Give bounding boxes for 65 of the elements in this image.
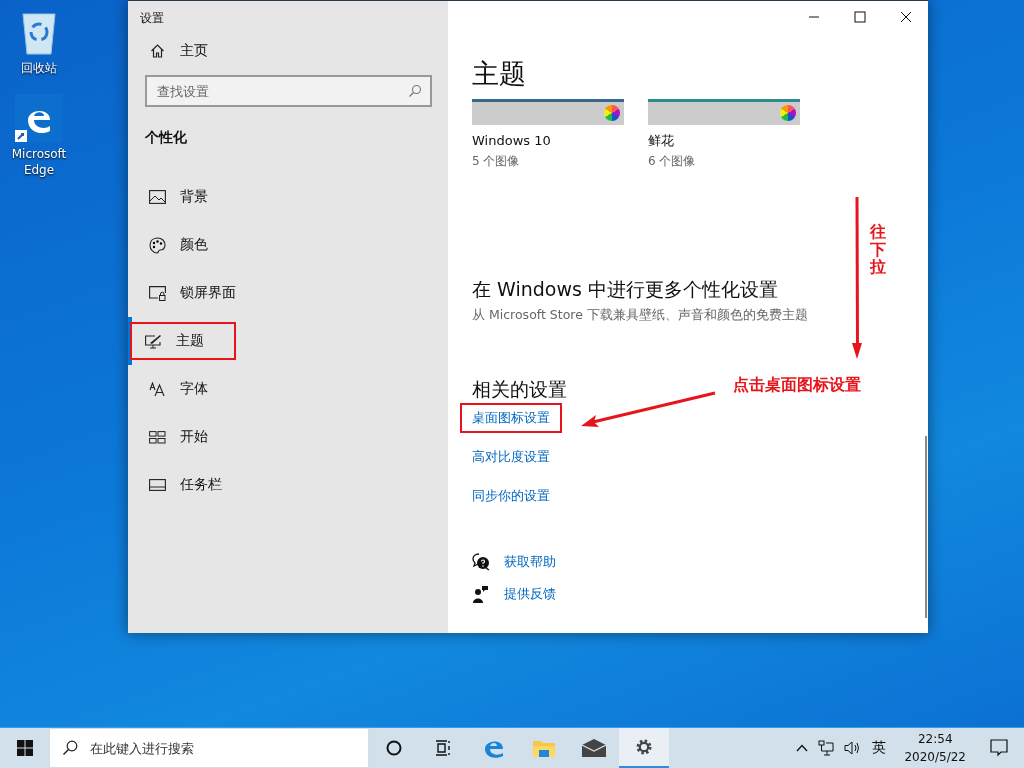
settings-link[interactable]: 高对比度设置 — [472, 448, 550, 466]
circle-icon — [386, 740, 402, 756]
sidebar-item[interactable]: 字体 — [128, 365, 438, 413]
color-wheel-icon — [604, 105, 620, 121]
window-title: 设置 — [140, 10, 165, 27]
theme-name: 鲜花 — [648, 132, 675, 150]
theme-thumbnail[interactable] — [648, 99, 800, 125]
theme-thumbnail[interactable] — [472, 99, 624, 125]
desktop-icon-label: 回收站 — [20, 60, 58, 76]
search-icon — [62, 740, 78, 756]
picture-icon — [149, 190, 166, 204]
home-nav-item[interactable]: 主页 — [128, 27, 438, 75]
search-icon — [408, 84, 422, 98]
help-link[interactable]: 获取帮助 — [504, 553, 556, 571]
font-icon — [149, 381, 166, 397]
feedback-person-icon — [472, 585, 490, 603]
annotation-text: 往下拉 — [870, 223, 886, 276]
sidebar-item[interactable]: 颜色 — [128, 221, 438, 269]
sidebar-item[interactable]: 背景 — [128, 173, 438, 221]
sidebar-item[interactable]: 任务栏 — [128, 461, 438, 509]
start-tiles-icon — [149, 430, 166, 444]
search-field[interactable]: 查找设置 — [145, 75, 432, 107]
description-text: 从 Microsoft Store 下载兼具壁纸、声音和颜色的免费主题 — [472, 307, 809, 324]
color-wheel-icon — [780, 105, 796, 121]
sidebar-item[interactable]: 主题 — [128, 317, 438, 365]
taskbar-icon — [149, 479, 166, 491]
edge-icon[interactable] — [15, 94, 63, 142]
image-count: 6 个图像 — [648, 153, 697, 169]
chevron-up-icon[interactable] — [796, 744, 809, 752]
desktop-icon-label: Microsoft Edge — [10, 146, 68, 178]
notification-icon[interactable] — [990, 739, 1008, 757]
taskbar-search-field[interactable]: 在此键入进行搜索 — [49, 728, 369, 768]
home-icon — [149, 43, 166, 59]
section-heading: 个性化 — [145, 129, 188, 147]
clock[interactable]: 22:54 2020/5/22 — [904, 730, 966, 766]
brush-monitor-icon — [145, 333, 162, 349]
task-view-icon — [435, 740, 453, 756]
input-method-indicator[interactable]: 英 — [872, 739, 887, 757]
windows-start-icon[interactable] — [17, 740, 33, 756]
folder-icon — [533, 739, 555, 757]
network-icon[interactable] — [818, 740, 835, 756]
edge-icon — [484, 738, 504, 758]
sidebar-item[interactable]: 锁屏界面 — [128, 269, 438, 317]
section-heading: 相关的设置 — [472, 377, 567, 402]
settings-link[interactable]: 同步你的设置 — [472, 487, 550, 505]
annotation-text: 点击桌面图标设置 — [733, 375, 861, 396]
maximize-icon[interactable] — [854, 11, 866, 23]
section-heading: 在 Windows 中进行更多个性化设置 — [472, 277, 778, 302]
palette-icon — [149, 236, 166, 254]
lock-screen-icon — [149, 285, 166, 301]
gear-icon — [635, 738, 653, 756]
close-icon[interactable] — [900, 11, 912, 23]
sidebar-item[interactable]: 开始 — [128, 413, 438, 461]
scrollbar[interactable] — [925, 436, 927, 618]
image-count: 5 个图像 — [472, 153, 521, 169]
mail-icon — [582, 739, 606, 757]
date-text: 2020/5/22 — [904, 749, 966, 766]
theme-name: Windows 10 — [472, 132, 552, 150]
taskbar-app-button[interactable] — [619, 728, 669, 768]
help-chat-icon — [472, 553, 490, 571]
help-link[interactable]: 提供反馈 — [504, 585, 556, 603]
time-text: 22:54 — [917, 731, 953, 748]
recycle-bin-icon[interactable] — [19, 10, 59, 56]
settings-link[interactable]: 桌面图标设置 — [460, 403, 562, 433]
page-heading: 主题 — [472, 57, 527, 91]
